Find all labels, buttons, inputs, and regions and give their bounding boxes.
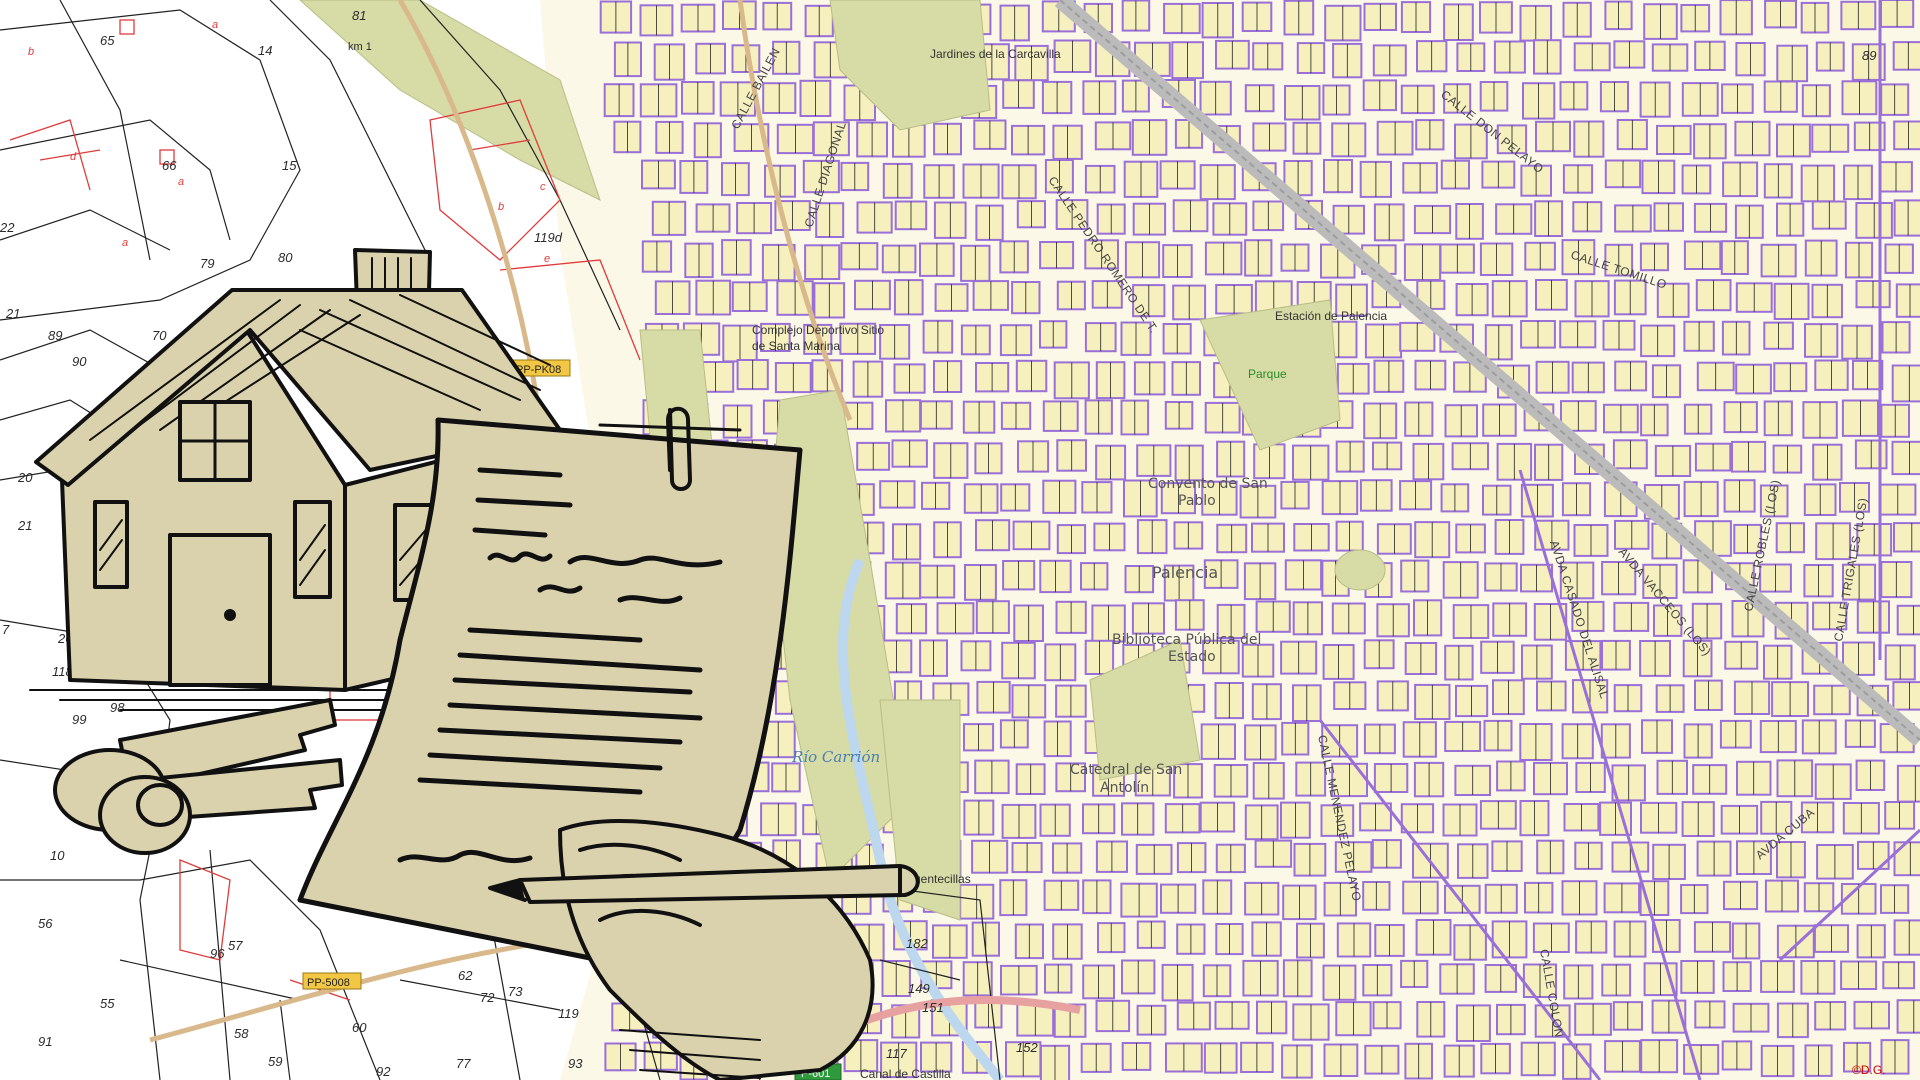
parcel-number: 66 — [162, 158, 177, 173]
parcel-number: 22 — [0, 220, 15, 235]
city-block — [1896, 604, 1920, 636]
subparcel-letter: e — [544, 253, 550, 265]
parcel-number: 21 — [5, 306, 20, 321]
parcel-number: 119d — [534, 230, 563, 245]
subparcel-letter: a — [178, 176, 184, 188]
parcel-number: 117 — [886, 1046, 907, 1061]
parcel-number: 72 — [480, 990, 495, 1005]
place-catedral-2: Antolín — [1100, 780, 1149, 796]
parcel-number: 149 — [908, 981, 930, 996]
place-canal: Canal de Castilla — [860, 1067, 951, 1080]
city-block — [1896, 764, 1920, 803]
parcel-number: 10 — [50, 848, 65, 863]
city-block — [1892, 681, 1920, 711]
place-convento-1: Convento de San — [1148, 476, 1268, 492]
parcel-number: 56 — [38, 916, 53, 931]
parcel-number: 119 — [558, 1006, 579, 1021]
city-block — [1896, 999, 1920, 1034]
parcel-number: 21 — [17, 518, 32, 533]
svg-text:PP-5008: PP-5008 — [307, 977, 350, 989]
city-label: Palencia — [1152, 563, 1218, 582]
parcel-number: 70 — [152, 328, 167, 343]
subparcel-letter: d — [70, 151, 77, 163]
city-block — [1891, 364, 1920, 403]
city-block — [1892, 41, 1920, 71]
place-estacion: Estación de Palencia — [1275, 309, 1387, 323]
city-block — [1893, 841, 1920, 877]
parcel-number: 60 — [352, 1020, 367, 1035]
parcel-number: 59 — [268, 1054, 282, 1069]
city-block — [1895, 283, 1920, 318]
parcel-number: 89 — [48, 328, 62, 343]
road-shield-pp5008: PP-5008 — [302, 972, 362, 990]
parcel-number: 20 — [17, 470, 33, 485]
subparcel-letter: c — [540, 181, 546, 193]
city-block — [1893, 522, 1920, 553]
parcel-number: 81 — [352, 8, 366, 23]
parcel-number: 65 — [100, 33, 115, 48]
parcel-number: 15 — [282, 158, 297, 173]
parcel-number: 73 — [508, 984, 523, 999]
place-parque: Parque — [1248, 367, 1287, 381]
parcel-number: 80 — [278, 250, 293, 265]
cadastral-map[interactable]: Palencia Jardines de la Carcavilla Compl… — [0, 0, 1920, 1080]
parcel-number: 182 — [906, 936, 928, 951]
map-stage: Palencia Jardines de la Carcavilla Compl… — [0, 0, 1920, 1080]
city-block — [1893, 919, 1920, 956]
subparcel-letter: b — [28, 46, 34, 58]
place-biblioteca-1: Biblioteca Pública del — [1112, 632, 1261, 648]
parcel-number: 152 — [1016, 1040, 1038, 1055]
parcel-number: 62 — [458, 968, 473, 983]
km-marker: km 1 — [348, 41, 372, 53]
place-catedral-1: Catedral de San — [1070, 762, 1182, 778]
parcel-number: 79 — [200, 256, 214, 271]
parcel-number: 92 — [376, 1064, 391, 1079]
parcel-number: 91 — [38, 1034, 52, 1049]
place-convento-2: Pablo — [1178, 493, 1216, 509]
place-complejo-2: de Santa Marina — [752, 339, 840, 353]
parcel-number: 151 — [922, 1000, 944, 1015]
parcel-number: 98 — [110, 700, 125, 715]
parcel-number: 57 — [228, 938, 243, 953]
parcel-number: 77 — [456, 1056, 471, 1071]
parcel-number: 55 — [100, 996, 115, 1011]
parcel-number: 93 — [568, 1056, 583, 1071]
subparcel-letter: a — [122, 237, 128, 249]
city-block — [1893, 120, 1920, 151]
parcel-number: 90 — [72, 354, 87, 369]
place-complejo-1: Complejo Deportivo Sitio — [752, 323, 884, 337]
place-jardines: Jardines de la Carcavilla — [930, 47, 1061, 61]
subparcel-letter: b — [498, 201, 504, 213]
river-label: Río Carrión — [791, 748, 880, 766]
parcel-number: 99 — [72, 712, 86, 727]
city-block — [1891, 440, 1920, 476]
parcel-number: 58 — [234, 1026, 249, 1041]
parcel-number: 96 — [210, 946, 225, 961]
parcel-number: 89 — [1862, 48, 1876, 63]
parcel-number: 14 — [258, 43, 272, 58]
place-biblioteca-2: Estado — [1168, 649, 1216, 665]
city-block — [1893, 199, 1920, 237]
parcel-number: 7 — [2, 622, 10, 637]
subparcel-letter: a — [212, 19, 218, 31]
map-credit: ©D.G. — [1852, 1063, 1886, 1077]
